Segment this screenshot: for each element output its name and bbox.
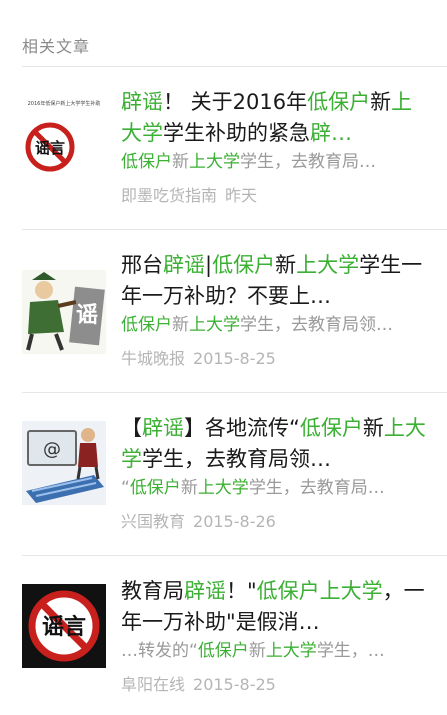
article-source: 兴国教育 (121, 512, 186, 531)
text-run: 学生，去教育局领… (142, 447, 331, 471)
article-source: 阜阳在线 (121, 675, 186, 694)
text-run: 新 (362, 416, 384, 440)
article-excerpt: 低保户新上大学学生，去教育局… (121, 150, 431, 174)
article-source: 即墨吃货指南 (121, 186, 218, 205)
text-run: ！" (226, 579, 257, 603)
article-excerpt: 低保户新上大学学生，去教育局领… (121, 313, 431, 337)
highlight-keyword: 低保户 (212, 253, 276, 277)
text-run: 学生，去教育局… (240, 152, 376, 172)
highlight-keyword: 辟谣 (184, 579, 226, 603)
text-run: 新 (172, 315, 189, 335)
text-run: 【 (121, 416, 142, 440)
text-run: 新 (172, 152, 189, 172)
highlight-keyword: 辟谣 (163, 253, 205, 277)
text-run: “ (121, 478, 130, 498)
text-run: 学生，… (316, 641, 385, 661)
highlight-keyword: 低保户 (121, 152, 172, 172)
highlight-keyword: 上大学 (197, 478, 249, 498)
article-meta: 兴国教育 2015-8-26 (121, 508, 431, 532)
article-date: 2015-8-25 (193, 349, 276, 368)
highlight-keyword: 低保户 (299, 416, 363, 440)
article-excerpt: …转发的“低保户新上大学学生，… (121, 639, 431, 663)
section-title: 相关文章 (22, 0, 447, 67)
text-run: …转发的“ (121, 641, 198, 661)
article-meta: 牛城晚报 2015-8-25 (121, 345, 431, 369)
text-run: 新 (370, 90, 392, 114)
article-date: 2015-8-26 (193, 512, 276, 531)
text-run: 教育局 (121, 579, 184, 603)
text-run: 学生，去教育局… (248, 478, 385, 498)
highlight-keyword: 上大学 (189, 315, 240, 335)
text-run: 学生，去教育局领… (240, 315, 393, 335)
article-date: 昨天 (225, 186, 258, 205)
highlight-keyword: 上大学 (296, 253, 360, 277)
highlight-keyword: 辟谣 (142, 416, 184, 440)
highlight-keyword: 上大学 (189, 152, 240, 172)
text-run: 新 (180, 478, 198, 498)
highlight-keyword: 上大学 (265, 641, 317, 661)
article-item[interactable]: 谣言 教育局辟谣！"低保户上大学，一年一万补助"是假消… …转发的“低保户新上大… (22, 556, 447, 711)
article-title[interactable]: 【辟谣】各地流传“低保户新上大学学生，去教育局领… (121, 413, 431, 475)
highlight-keyword: 辟谣 (121, 90, 163, 114)
article-meta: 阜阳在线 2015-8-25 (121, 671, 431, 695)
text-run: 新 (275, 253, 297, 277)
thumb-caption: 2016年低保户新上大学学生补助 (28, 100, 101, 107)
highlight-keyword: 低保户 (307, 90, 371, 114)
related-articles-list: 2016年低保户新上大学学生补助 谣言 辟谣！ 关于2016年低保户新上大学学生… (0, 67, 447, 711)
thumb-text: 谣 (76, 303, 98, 328)
highlight-keyword: 低保户 (197, 641, 249, 661)
computer-email-thumbnail[interactable]: @ (22, 421, 106, 505)
article-title[interactable]: 辟谣！ 关于2016年低保户新上大学学生补助的紧急辟… (121, 87, 431, 149)
highlight-keyword: 低保户上大学 (256, 579, 383, 603)
thumb-text: @ (43, 439, 61, 460)
article-title[interactable]: 邢台辟谣|低保户新上大学学生一年一万补助？不要上… (121, 250, 431, 312)
text-run: 学生补助的紧急 (163, 121, 310, 145)
highlight-keyword: 辟… (310, 121, 352, 145)
article-item[interactable]: 谣 邢台辟谣|低保户新上大学学生一年一万补助？不要上… 低保户新上大学学生，去教… (22, 230, 447, 393)
article-excerpt: “低保户新上大学学生，去教育局… (121, 476, 431, 500)
highlight-keyword: 低保户 (121, 315, 172, 335)
article-item[interactable]: 2016年低保户新上大学学生补助 谣言 辟谣！ 关于2016年低保户新上大学学生… (22, 67, 447, 230)
text-run: 邢台 (121, 253, 163, 277)
rumor-stamp-thumbnail[interactable]: 谣言 (22, 584, 106, 668)
article-title[interactable]: 教育局辟谣！"低保户上大学，一年一万补助"是假消… (121, 576, 431, 638)
highlight-keyword: 低保户 (129, 478, 181, 498)
rumor-stamp-thumbnail[interactable]: 2016年低保户新上大学学生补助 谣言 (22, 95, 106, 179)
text-run: ！ 关于2016年 (163, 90, 308, 114)
text-run: 】各地流传“ (184, 416, 300, 440)
thumb-text: 谣言 (35, 139, 65, 157)
article-meta: 即墨吃货指南 昨天 (121, 182, 431, 206)
article-source: 牛城晚报 (121, 349, 186, 368)
thumb-text: 谣言 (42, 614, 86, 640)
cartoon-thumbnail[interactable]: 谣 (22, 270, 106, 354)
text-run: 新 (248, 641, 266, 661)
article-item[interactable]: @ 【辟谣】各地流传“低保户新上大学学生，去教育局领… “低保户新上大学学生，去… (22, 393, 447, 556)
article-date: 2015-8-25 (193, 675, 276, 694)
